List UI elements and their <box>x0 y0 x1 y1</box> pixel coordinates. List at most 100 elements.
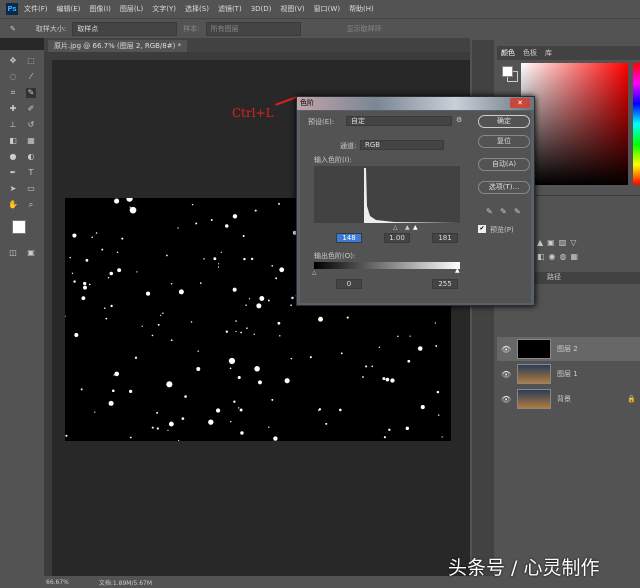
input-black-field[interactable]: 148 <box>336 233 362 243</box>
clone-stamp-icon[interactable]: ⊥ <box>8 120 18 130</box>
marquee-tool-icon[interactable]: ⬚ <box>26 56 36 66</box>
hue-slider[interactable] <box>633 63 640 185</box>
hand-tool-icon[interactable]: ✋ <box>8 200 18 210</box>
menu-help[interactable]: 帮助(H) <box>349 4 374 14</box>
output-black-field[interactable]: 0 <box>336 279 362 289</box>
star-dot <box>240 431 244 435</box>
foreground-color-swatch[interactable] <box>12 220 26 234</box>
adjustment-icons[interactable]: ▲▣▨▽ <box>537 238 580 247</box>
gray-eyedropper-icon[interactable]: ✎ <box>500 207 507 216</box>
healing-brush-icon[interactable]: ✚ <box>8 104 18 114</box>
blur-icon[interactable]: ● <box>8 152 18 162</box>
options-button[interactable]: 选项(T)... <box>478 181 530 194</box>
gradient-icon[interactable]: ▦ <box>26 136 36 146</box>
black-eyedropper-icon[interactable]: ✎ <box>486 207 493 216</box>
star-dot <box>232 287 237 292</box>
star-dot <box>203 258 205 260</box>
preset-select[interactable]: 自定 <box>346 116 452 126</box>
dodge-icon[interactable]: ◐ <box>26 152 36 162</box>
visibility-eye-icon[interactable]: 👁 <box>501 395 511 404</box>
crop-tool-icon[interactable]: ⌗ <box>8 88 18 98</box>
preview-checkbox[interactable]: ✔ <box>478 225 486 233</box>
menu-window[interactable]: 窗口(W) <box>314 4 340 14</box>
type-tool-icon[interactable]: T <box>26 168 36 178</box>
shape-tool-icon[interactable]: ▭ <box>26 184 36 194</box>
eraser-icon[interactable]: ◧ <box>8 136 18 146</box>
input-white-slider[interactable]: ▲ <box>413 224 418 231</box>
sample-select[interactable]: 所有图层 <box>205 21 301 36</box>
star-dot <box>83 281 87 286</box>
dialog-title[interactable]: 色阶 <box>297 97 534 110</box>
menu-image[interactable]: 图像(I) <box>89 4 111 14</box>
menu-filter[interactable]: 滤镜(T) <box>218 4 242 14</box>
move-tool-icon[interactable]: ✥ <box>8 56 18 66</box>
history-brush-icon[interactable]: ↺ <box>26 120 36 130</box>
show-ring-checkbox[interactable]: 显示取样环 <box>347 24 382 34</box>
star-dot <box>151 334 154 337</box>
eyedropper-tool-icon[interactable]: ✎ <box>26 88 36 98</box>
visibility-eye-icon[interactable]: 👁 <box>501 345 511 354</box>
quick-mask-icon[interactable]: ◫ <box>8 248 18 258</box>
input-black-slider[interactable]: △ <box>393 224 398 231</box>
star-dot <box>242 234 245 238</box>
menu-select[interactable]: 选择(S) <box>185 4 209 14</box>
adjustment-icons-row2[interactable]: ◧◉◍▦ <box>537 252 582 261</box>
star-dot <box>309 356 312 359</box>
output-white-field[interactable]: 255 <box>432 279 458 289</box>
star-dot <box>196 367 201 371</box>
document-tab[interactable]: 原片.jpg @ 66.7% (图层 2, RGB/8#) * <box>48 40 188 52</box>
input-white-field[interactable]: 181 <box>432 233 458 243</box>
sample-size-select[interactable]: 取样点 <box>72 21 178 36</box>
tab-swatches[interactable]: 色板 <box>523 48 537 58</box>
white-eyedropper-icon[interactable]: ✎ <box>514 207 521 216</box>
menu-bar: Ps 文件(F) 编辑(E) 图像(I) 图层(L) 文字(Y) 选择(S) 滤… <box>0 0 640 18</box>
input-gamma-field[interactable]: 1.00 <box>384 233 410 243</box>
input-levels-label: 输入色阶(I): <box>314 156 352 164</box>
star-dot <box>108 400 114 406</box>
lasso-tool-icon[interactable]: ◌ <box>8 72 18 82</box>
menu-file[interactable]: 文件(F) <box>24 4 48 14</box>
star-dot <box>162 312 164 314</box>
star-dot <box>88 283 91 286</box>
path-select-icon[interactable]: ➤ <box>8 184 18 194</box>
eyedropper-icon[interactable]: ✎ <box>10 25 16 33</box>
layer-row[interactable]: 👁 图层 2 <box>497 337 640 361</box>
close-button[interactable]: ✕ <box>510 98 530 108</box>
star-dot <box>156 427 159 430</box>
tab-color[interactable]: 颜色 <box>501 48 515 58</box>
star-dot <box>246 327 248 329</box>
output-gradient <box>314 262 460 269</box>
preset-gear-icon[interactable]: ⚙ <box>456 116 462 124</box>
screen-mode-icon[interactable]: ▣ <box>26 248 36 258</box>
output-white-slider[interactable]: ▲ <box>455 267 460 274</box>
brush-tool-icon[interactable]: ✐ <box>26 104 36 114</box>
menu-type[interactable]: 文字(Y) <box>152 4 176 14</box>
tab-library[interactable]: 库 <box>545 48 552 58</box>
pen-tool-icon[interactable]: ✒ <box>8 168 18 178</box>
star-dot <box>273 436 278 441</box>
auto-button[interactable]: 自动(A) <box>478 158 530 171</box>
star-dot <box>339 408 342 412</box>
menu-3d[interactable]: 3D(D) <box>251 5 272 13</box>
star-dot <box>191 203 194 206</box>
star-dot <box>259 296 265 301</box>
layer-row[interactable]: 👁 图层 1 <box>497 362 640 386</box>
foreground-color-chip[interactable] <box>502 66 513 77</box>
zoom-tool-icon[interactable]: ⌕ <box>26 200 36 210</box>
visibility-eye-icon[interactable]: 👁 <box>501 370 511 379</box>
menu-edit[interactable]: 编辑(E) <box>57 4 81 14</box>
menu-layer[interactable]: 图层(L) <box>120 4 143 14</box>
output-black-slider[interactable]: △ <box>312 269 317 276</box>
channel-select[interactable]: RGB <box>360 140 444 150</box>
magic-wand-icon[interactable]: ⁄ <box>26 72 36 82</box>
zoom-level[interactable]: 66.67% <box>46 579 69 586</box>
color-field[interactable] <box>521 63 628 185</box>
ok-button[interactable]: 确定 <box>478 115 530 128</box>
input-gamma-slider[interactable]: ▲ <box>405 224 410 231</box>
menu-view[interactable]: 视图(V) <box>280 4 304 14</box>
layer-row[interactable]: 👁 背景 🔒 <box>497 387 640 411</box>
star-dot <box>101 248 104 251</box>
reset-button[interactable]: 复位 <box>478 135 530 148</box>
star-dot <box>232 214 238 219</box>
star-dot <box>420 405 425 410</box>
